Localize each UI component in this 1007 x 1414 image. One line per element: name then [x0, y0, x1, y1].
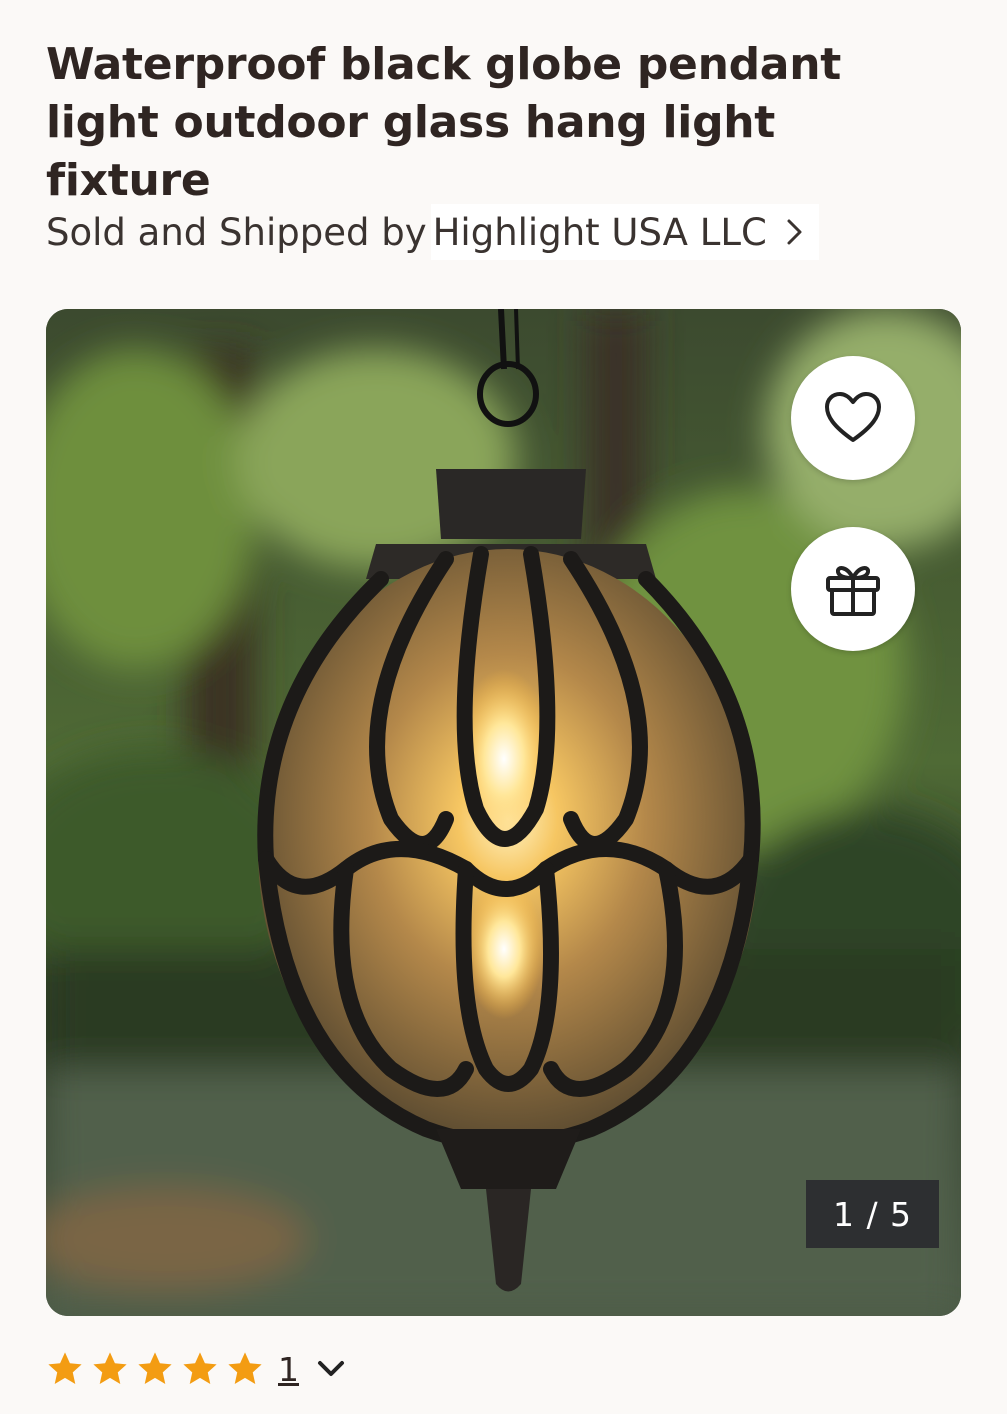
review-count-link[interactable]: 1	[278, 1350, 299, 1389]
product-title: Waterproof black globe pendant light out…	[46, 39, 841, 206]
chevron-down-icon[interactable]	[317, 1360, 345, 1378]
gift-icon	[826, 566, 880, 616]
star-icon	[48, 1352, 82, 1385]
rating-summary: 1	[46, 1344, 345, 1394]
star-icon	[138, 1352, 172, 1385]
star-icon	[228, 1352, 262, 1385]
image-counter: 1 / 5	[806, 1180, 939, 1248]
seller-prefix-label: Sold and Shipped by	[46, 210, 427, 254]
seller-info: Sold and Shipped by Highlight USA LLC	[46, 204, 819, 260]
seller-link[interactable]: Highlight USA LLC	[430, 204, 819, 260]
star-icon	[93, 1352, 127, 1385]
product-image-gallery[interactable]: 1 / 5	[46, 309, 961, 1316]
wishlist-button[interactable]	[791, 356, 915, 480]
seller-name: Highlight USA LLC	[432, 210, 767, 254]
star-rating	[46, 1350, 264, 1388]
heart-icon	[825, 392, 881, 442]
star-icon	[183, 1352, 217, 1385]
chevron-right-icon	[787, 219, 802, 245]
gift-button[interactable]	[791, 527, 915, 651]
